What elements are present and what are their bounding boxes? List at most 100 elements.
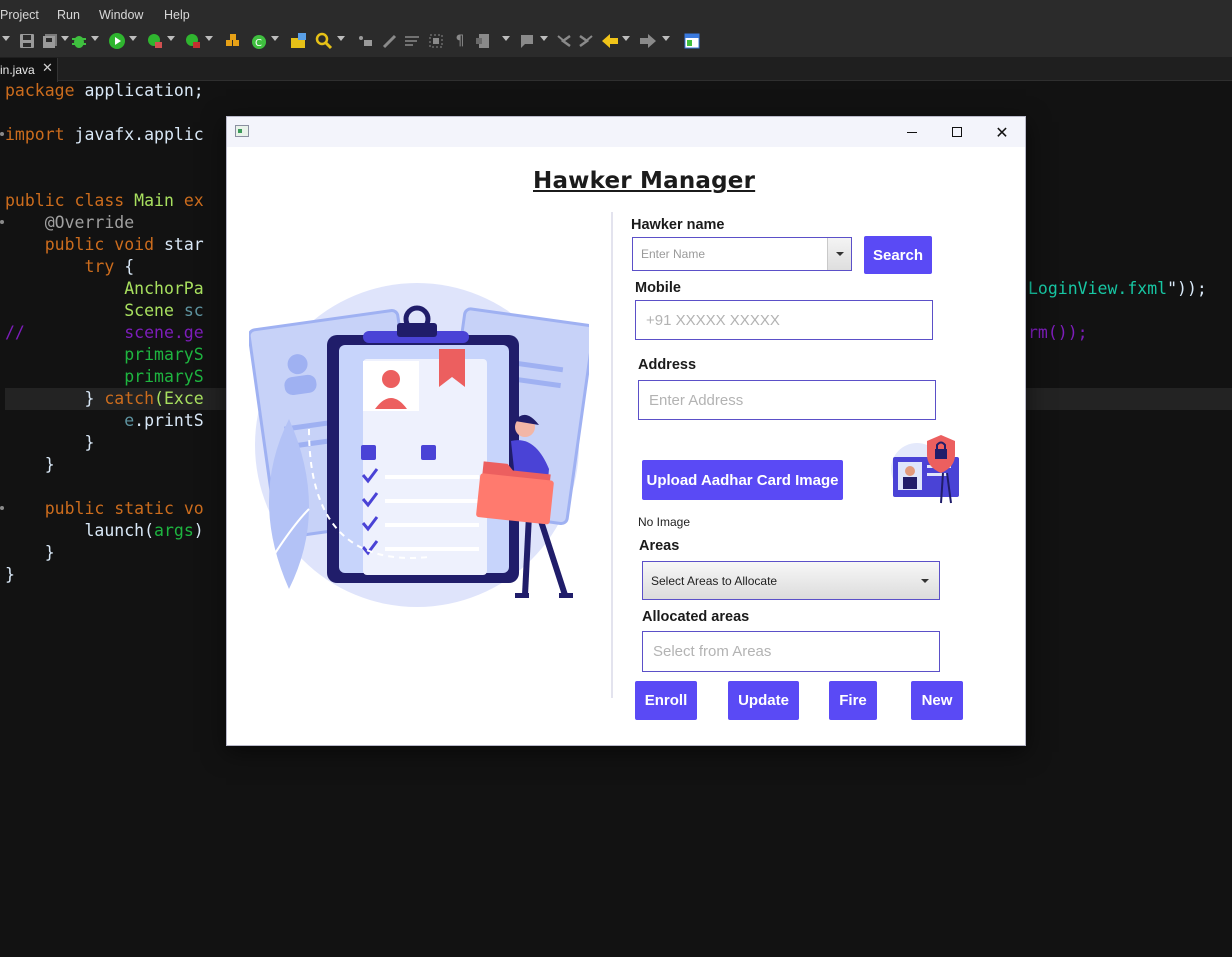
code-line-11: primaryS bbox=[5, 367, 204, 386]
toggle-mark-icon[interactable] bbox=[356, 32, 374, 50]
areas-select-value: Select Areas to Allocate bbox=[651, 573, 778, 588]
minimize-icon bbox=[907, 131, 917, 133]
hawker-manager-window: ✕ Hawker Manager Hawker name Enter Name … bbox=[226, 116, 1026, 746]
code-line-3: public class Main ex bbox=[5, 191, 204, 210]
run-icon[interactable] bbox=[108, 32, 126, 50]
fold-marker-icon[interactable] bbox=[0, 220, 4, 224]
perspective-icon[interactable] bbox=[683, 32, 701, 50]
menu-bar: Project Run Window Help bbox=[0, 5, 1232, 27]
tab-label: in.java bbox=[0, 63, 35, 77]
menu-help[interactable]: Help bbox=[164, 8, 190, 22]
code-line-16: public static vo bbox=[5, 499, 204, 518]
fire-button[interactable]: Fire bbox=[829, 681, 877, 720]
new-button[interactable]: New bbox=[911, 681, 963, 720]
window-titlebar[interactable]: ✕ bbox=[227, 117, 1025, 147]
code-line-7-tail: LoginView.fxml")); bbox=[1028, 279, 1207, 298]
fold-marker-icon[interactable] bbox=[0, 132, 4, 136]
allocated-areas-placeholder: Select from Areas bbox=[653, 643, 772, 660]
run-coverage-icon[interactable] bbox=[146, 32, 164, 50]
address-placeholder: Enter Address bbox=[649, 391, 744, 409]
hawker-name-dropdown-button[interactable] bbox=[827, 238, 851, 270]
close-icon: ✕ bbox=[995, 122, 1009, 142]
back-dropdown-icon[interactable] bbox=[622, 36, 630, 41]
svg-text:C: C bbox=[255, 38, 262, 49]
code-line-18: } bbox=[5, 543, 55, 562]
code-line-8: Scene sc bbox=[5, 301, 204, 320]
code-line-4: @Override bbox=[5, 213, 135, 232]
save-all-dropdown-icon[interactable] bbox=[61, 36, 69, 41]
id-card-security-icon bbox=[891, 435, 959, 504]
address-label: Address bbox=[638, 357, 697, 373]
allocated-areas-label: Allocated areas bbox=[642, 609, 750, 625]
forward-dropdown-icon[interactable] bbox=[662, 36, 670, 41]
code-line-6: try { bbox=[5, 257, 135, 276]
edit-icon[interactable] bbox=[381, 32, 399, 50]
menu-project[interactable]: Project bbox=[0, 8, 39, 22]
code-line-13: e.printS bbox=[124, 411, 204, 430]
editor-tab-bar bbox=[0, 57, 1232, 81]
external-tools-dropdown-icon[interactable] bbox=[205, 36, 213, 41]
minimize-button[interactable] bbox=[889, 117, 935, 147]
show-whitespace-icon[interactable]: ¶ bbox=[451, 32, 469, 50]
code-line-10: primaryS bbox=[5, 345, 204, 364]
previous-annotation-icon[interactable] bbox=[518, 32, 536, 50]
upload-aadhar-button[interactable]: Upload Aadhar Card Image bbox=[642, 460, 843, 500]
code-line-7: AnchorPa bbox=[5, 279, 204, 298]
code-line-9-tail: rm()); bbox=[1028, 323, 1088, 342]
app-icon bbox=[235, 125, 249, 137]
run-dropdown-icon[interactable] bbox=[129, 36, 137, 41]
vertical-divider bbox=[611, 212, 613, 698]
block-select-icon[interactable] bbox=[427, 32, 445, 50]
mobile-label: Mobile bbox=[635, 280, 681, 296]
hawker-name-label: Hawker name bbox=[631, 217, 725, 233]
new-class-dropdown-icon[interactable] bbox=[271, 36, 279, 41]
clipboard-illustration bbox=[249, 283, 589, 607]
areas-select[interactable]: Select Areas to Allocate bbox=[642, 561, 940, 600]
new-package-icon[interactable] bbox=[224, 32, 242, 50]
word-wrap-icon[interactable] bbox=[403, 32, 421, 50]
close-icon[interactable]: ✕ bbox=[42, 61, 53, 76]
code-line-15: } bbox=[5, 455, 55, 474]
page-title: Hawker Manager bbox=[533, 168, 756, 194]
code-line-5: public void star bbox=[5, 235, 204, 254]
back-icon[interactable] bbox=[601, 32, 619, 50]
save-all-icon[interactable] bbox=[41, 32, 59, 50]
close-button[interactable]: ✕ bbox=[979, 117, 1025, 147]
chevron-down-icon bbox=[835, 252, 844, 256]
search-icon[interactable] bbox=[315, 32, 333, 50]
enroll-button[interactable]: Enroll bbox=[635, 681, 697, 720]
next-edit-icon[interactable] bbox=[577, 32, 595, 50]
update-button[interactable]: Update bbox=[728, 681, 799, 720]
chevron-down-icon bbox=[921, 579, 929, 583]
code-line-17: launch(args) bbox=[5, 521, 204, 540]
coverage-dropdown-icon[interactable] bbox=[167, 36, 175, 41]
address-input[interactable]: Enter Address bbox=[638, 380, 936, 420]
maximize-button[interactable] bbox=[934, 117, 980, 147]
allocated-areas-input[interactable]: Select from Areas bbox=[642, 631, 940, 672]
collapse-icon[interactable] bbox=[2, 36, 10, 41]
hawker-name-combo[interactable]: Enter Name bbox=[632, 237, 852, 271]
debug-dropdown-icon[interactable] bbox=[91, 36, 99, 41]
fold-marker-icon[interactable] bbox=[0, 506, 4, 510]
annotation-dropdown-icon[interactable] bbox=[502, 36, 510, 41]
open-type-icon[interactable] bbox=[290, 32, 308, 50]
mobile-input[interactable]: +91 XXXXX XXXXX bbox=[635, 300, 933, 340]
last-edit-icon[interactable] bbox=[555, 32, 573, 50]
maximize-icon bbox=[952, 127, 962, 137]
menu-run[interactable]: Run bbox=[57, 8, 80, 22]
code-line-1: package application; bbox=[5, 81, 204, 100]
forward-icon[interactable] bbox=[639, 32, 657, 50]
new-class-icon[interactable]: C bbox=[250, 32, 268, 50]
external-tools-icon[interactable] bbox=[184, 32, 202, 50]
debug-icon[interactable] bbox=[70, 32, 88, 50]
code-line-14: } bbox=[5, 433, 95, 452]
save-icon[interactable] bbox=[18, 32, 36, 50]
search-button[interactable]: Search bbox=[864, 236, 932, 274]
hawker-name-placeholder: Enter Name bbox=[641, 247, 706, 261]
code-line-19: } bbox=[5, 565, 15, 584]
menu-window[interactable]: Window bbox=[99, 8, 143, 22]
search-dropdown-icon[interactable] bbox=[337, 36, 345, 41]
annotation-icon[interactable] bbox=[475, 32, 493, 50]
areas-label: Areas bbox=[639, 538, 680, 554]
prev-annotation-dropdown-icon[interactable] bbox=[540, 36, 548, 41]
